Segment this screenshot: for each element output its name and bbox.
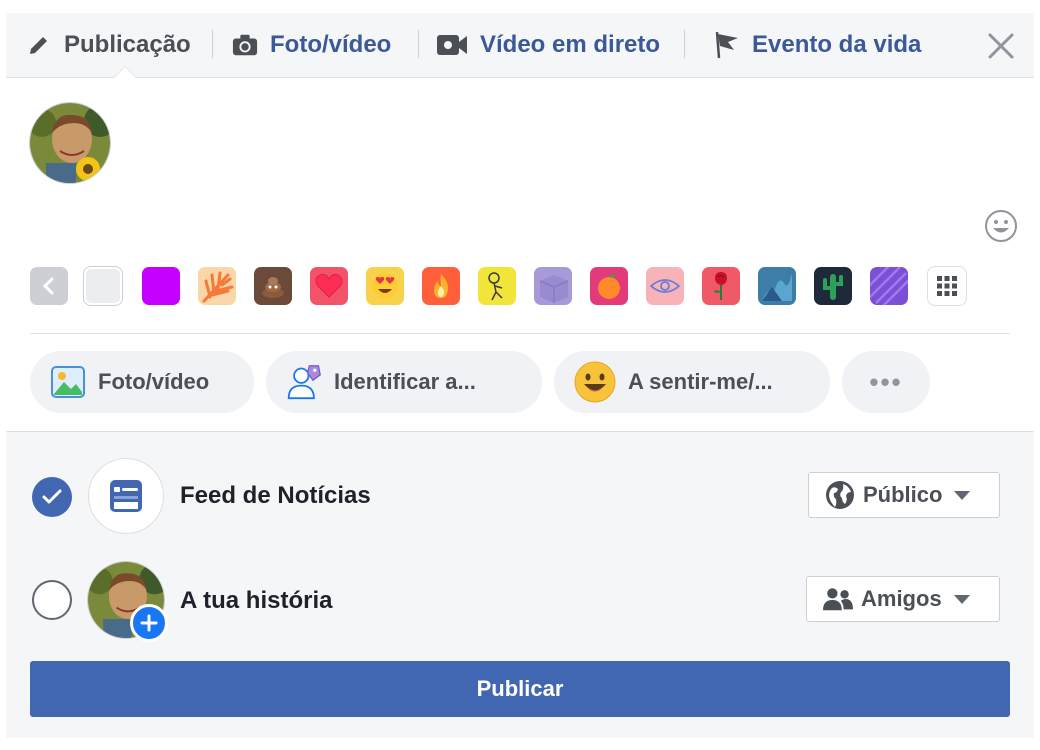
tab-separator (212, 30, 213, 58)
dropdown-arrow-icon (953, 594, 970, 604)
publish-button[interactable]: Publicar (30, 661, 1010, 717)
feed-checkbox[interactable] (32, 477, 72, 517)
cube-icon (539, 275, 569, 303)
doodle-icon (488, 272, 503, 301)
heart-eyes-emoji-icon (372, 273, 398, 299)
dropdown-arrow-icon (954, 490, 971, 500)
background-swatch-heart[interactable] (310, 267, 348, 305)
friends-icon (823, 584, 853, 614)
photo-icon (50, 364, 86, 400)
tag-people-label: Identificar a... (334, 369, 476, 394)
divider (30, 333, 1010, 334)
feed-audience-selector[interactable]: Público (808, 472, 1000, 518)
flag-icon (714, 31, 740, 59)
background-swatch-purple-lines[interactable] (870, 267, 908, 305)
smiley-icon (574, 361, 616, 403)
tab-foto-video-label: Foto/vídeo (270, 31, 392, 58)
tab-separator (418, 30, 419, 58)
globe-icon (825, 480, 855, 510)
tab-evento-da-vida-label: Evento da vida (752, 31, 922, 58)
add-photo-video-button[interactable]: Foto/vídeo (30, 351, 254, 413)
story-audience-label: Amigos (861, 586, 942, 611)
tag-people-button[interactable]: Identificar a... (266, 351, 542, 413)
background-swatch-plain[interactable] (84, 267, 122, 305)
pencil-icon (26, 32, 52, 58)
story-label: A tua história (180, 587, 333, 614)
grid-icon (937, 276, 957, 296)
background-swatch-blue-abstract[interactable] (758, 267, 796, 305)
background-swatch-eye[interactable] (646, 267, 684, 305)
emoji-picker-icon[interactable] (984, 209, 1018, 243)
background-swatch-purple[interactable] (142, 267, 180, 305)
background-swatch-cube[interactable] (534, 267, 572, 305)
background-swatch-poop[interactable] (254, 267, 292, 305)
more-icon: ••• (869, 366, 903, 397)
feed-label: Feed de Notícias (180, 482, 371, 509)
post-composer: Publicação Foto/vídeo Vídeo em direto Ev… (6, 13, 1034, 738)
tab-evento-da-vida[interactable]: Evento da vida (714, 13, 921, 77)
feeling-activity-label: A sentir-me/... (628, 369, 773, 394)
checkmark-icon (42, 489, 62, 504)
tab-publicacao-label: Publicação (64, 31, 191, 58)
active-tab-caret (114, 67, 136, 78)
video-camera-icon (436, 32, 468, 58)
more-options-button[interactable]: ••• (842, 351, 930, 413)
leaf-icon (202, 271, 234, 303)
fire-icon (434, 274, 449, 298)
tab-publicacao[interactable]: Publicação (26, 13, 191, 77)
lines-pattern-icon (870, 267, 908, 305)
tab-video-em-direto-label: Vídeo em direto (480, 31, 661, 58)
tab-foto-video[interactable]: Foto/vídeo (232, 13, 391, 77)
tab-video-em-direto[interactable]: Vídeo em direto (436, 13, 660, 77)
eye-icon (649, 279, 681, 293)
rose-icon (714, 272, 727, 300)
feed-audience-label: Público (863, 482, 943, 507)
abstract-icon (762, 273, 792, 301)
tab-separator (684, 30, 685, 58)
avatar (30, 103, 110, 183)
heart-icon (315, 274, 343, 298)
add-photo-video-label: Foto/vídeo (98, 369, 210, 394)
poop-emoji-icon (262, 277, 284, 298)
cactus-icon (823, 274, 843, 300)
add-story-icon (130, 604, 168, 642)
orange-fruit-icon (598, 274, 620, 299)
background-swatch-fire[interactable] (422, 267, 460, 305)
camera-icon (232, 32, 258, 58)
background-swatch-orange[interactable] (590, 267, 628, 305)
feeling-activity-button[interactable]: A sentir-me/... (554, 351, 830, 413)
tag-people-icon (286, 364, 322, 400)
news-feed-icon (88, 458, 164, 534)
story-checkbox[interactable] (32, 580, 72, 620)
story-audience-selector[interactable]: Amigos (806, 576, 1000, 622)
composer-tab-bar: Publicação Foto/vídeo Vídeo em direto Ev… (6, 13, 1034, 78)
background-swatch-heart-eyes[interactable] (366, 267, 404, 305)
background-swatch-leaves[interactable] (198, 267, 236, 305)
background-swatch-doodle[interactable] (478, 267, 516, 305)
background-swatch-rose[interactable] (702, 267, 740, 305)
more-backgrounds-button[interactable] (928, 267, 966, 305)
chevron-left-icon (42, 277, 54, 295)
close-icon[interactable] (986, 31, 1016, 61)
background-swatch-cactus[interactable] (814, 267, 852, 305)
backgrounds-back-button[interactable] (30, 267, 68, 305)
